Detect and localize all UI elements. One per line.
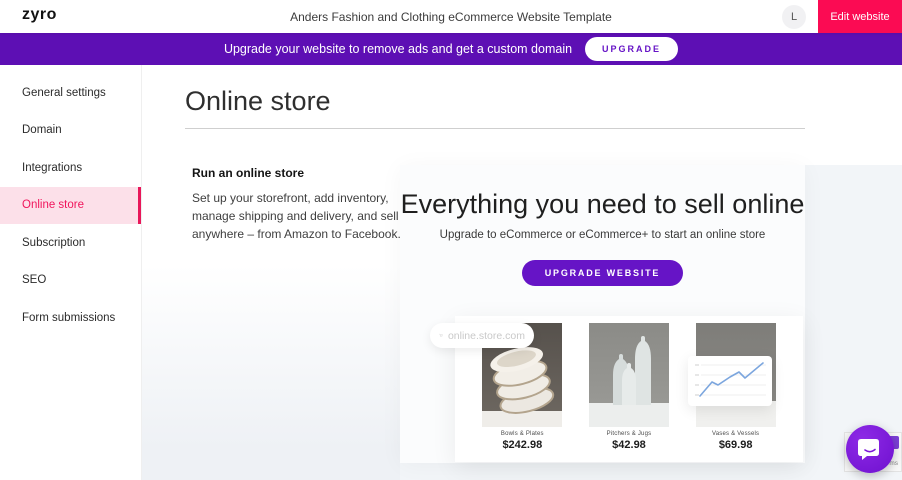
edit-website-button[interactable]: Edit website [818, 0, 902, 33]
intro-block: Run an online store Set up your storefro… [192, 166, 402, 243]
ecommerce-promo-card: Everything you need to sell online Upgra… [400, 165, 805, 463]
product-price: $69.98 [696, 439, 776, 451]
product-price: $242.98 [482, 439, 562, 451]
sparkline-line [700, 363, 763, 396]
title-divider [185, 128, 805, 129]
page-bottom-fade [142, 265, 400, 480]
sales-chart-card [688, 356, 772, 406]
sidebar-item-online-store[interactable]: Online store [0, 187, 141, 225]
top-bar: zyro Anders Fashion and Clothing eCommer… [0, 0, 902, 33]
intro-heading: Run an online store [192, 166, 402, 180]
store-address-pill: online.store.com [430, 323, 534, 348]
sales-sparkline-chart [688, 356, 772, 406]
store-address-text: online.store.com [448, 330, 525, 342]
promo-heading: Everything you need to sell online [400, 189, 805, 220]
product-price: $42.98 [589, 439, 669, 451]
sidebar-item-general-settings[interactable]: General settings [0, 74, 141, 112]
banner-upgrade-button[interactable]: UPGRADE [585, 37, 678, 61]
promo-region: Everything you need to sell online Upgra… [400, 165, 902, 480]
site-title: Anders Fashion and Clothing eCommerce We… [0, 10, 902, 24]
sidebar-item-integrations[interactable]: Integrations [0, 149, 141, 187]
page-title: Online store [185, 86, 331, 117]
sidebar-item-form-submissions[interactable]: Form submissions [0, 299, 141, 337]
chat-bubble-icon [857, 436, 883, 462]
banner-message: Upgrade your website to remove ads and g… [224, 42, 572, 56]
user-avatar[interactable]: L [782, 5, 806, 29]
settings-sidebar: General settings Domain Integrations Onl… [0, 65, 142, 480]
product-image-pitchers-jugs [589, 323, 669, 427]
product-name: Bowls & Plates [482, 431, 562, 437]
intro-body: Set up your storefront, add inventory, m… [192, 189, 402, 243]
cart-icon [439, 329, 443, 342]
upgrade-website-button[interactable]: UPGRADE WEBSITE [522, 260, 684, 286]
sidebar-item-domain[interactable]: Domain [0, 112, 141, 150]
product-name: Vases & Vessels [696, 431, 776, 437]
main-content: Online store Run an online store Set up … [142, 65, 902, 480]
product-item-pitchers: Pitchers & Jugs $42.98 [589, 323, 669, 462]
product-name: Pitchers & Jugs [589, 431, 669, 437]
upgrade-banner: Upgrade your website to remove ads and g… [0, 33, 902, 65]
promo-subheading: Upgrade to eCommerce or eCommerce+ to st… [400, 229, 805, 241]
sidebar-item-subscription[interactable]: Subscription [0, 224, 141, 262]
sidebar-item-seo[interactable]: SEO [0, 262, 141, 300]
chat-widget-button[interactable] [846, 425, 894, 473]
